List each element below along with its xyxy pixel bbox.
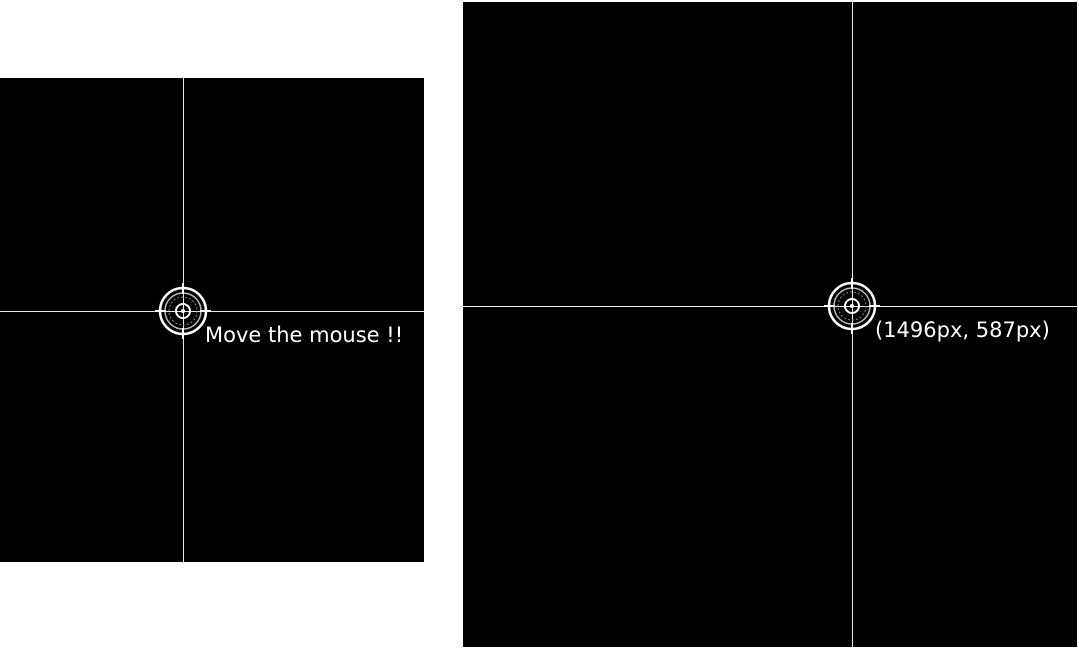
crosshair-target-icon	[824, 278, 880, 334]
crosshair-target-icon	[155, 283, 211, 339]
left-tracking-canvas[interactable]: Move the mouse !!	[0, 78, 424, 562]
cursor-hint-label: Move the mouse !!	[205, 323, 404, 347]
horizontal-guide-line	[463, 306, 1077, 307]
right-tracking-canvas[interactable]: (1496px, 587px)	[463, 2, 1077, 647]
cursor-coordinate-label: (1496px, 587px)	[875, 318, 1050, 342]
